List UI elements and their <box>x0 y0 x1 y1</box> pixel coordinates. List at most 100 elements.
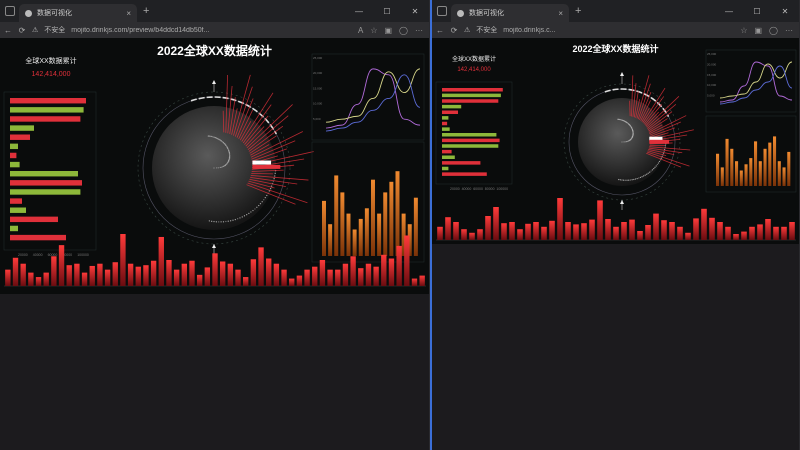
url-field[interactable]: mojito.drinkjs.c... <box>503 27 734 34</box>
globe-dot <box>214 137 216 139</box>
orange-bar <box>758 161 762 186</box>
orange-bar <box>744 164 748 186</box>
collections-icon[interactable]: ▣ <box>754 26 762 35</box>
security-label[interactable]: 不安全 <box>476 25 497 35</box>
bottom-bar <box>637 231 643 240</box>
back-icon[interactable]: ← <box>436 26 444 35</box>
bottom-bar <box>319 260 326 286</box>
globe-dot <box>657 162 659 164</box>
bottom-bar <box>765 219 771 240</box>
security-warning-icon[interactable]: ⚠ <box>464 26 470 34</box>
bottom-bar <box>166 260 172 286</box>
back-icon[interactable]: ← <box>4 26 12 35</box>
globe-dot <box>623 141 625 143</box>
globe-dot <box>254 208 256 210</box>
new-tab-button[interactable]: + <box>575 5 581 17</box>
url-field[interactable]: mojito.drinkjs.com/preview/b4ddcd14db50f… <box>71 27 352 34</box>
orange-bar <box>739 170 743 186</box>
bottom-bar <box>135 266 141 286</box>
orange-bar <box>413 197 418 256</box>
hbar-tick-label: 100000 <box>77 253 89 257</box>
bottom-bar <box>35 277 42 286</box>
bottom-bar <box>335 269 341 286</box>
globe-dot <box>225 220 227 223</box>
hbar <box>10 234 66 241</box>
orange-bar <box>777 161 781 186</box>
collections-icon[interactable]: ▣ <box>384 26 392 35</box>
highlight-bar <box>649 139 670 144</box>
bottom-bar <box>28 272 34 286</box>
maximize-icon[interactable]: ☐ <box>743 7 771 16</box>
favorites-icon[interactable]: ☆ <box>370 26 377 35</box>
hbar <box>442 88 503 92</box>
minimize-icon[interactable]: — <box>715 7 743 16</box>
globe-dot <box>258 204 260 207</box>
hbar <box>442 155 455 160</box>
globe-dot <box>624 179 626 181</box>
globe-dot <box>619 119 621 121</box>
globe-dot <box>223 142 225 145</box>
reading-icon[interactable]: A <box>358 26 363 35</box>
bottom-bar <box>661 220 667 240</box>
globe-dot <box>624 141 626 143</box>
orange-bar <box>768 142 772 186</box>
browser-tab[interactable]: 数据可视化 × <box>19 4 137 22</box>
tab-close-icon[interactable]: × <box>126 9 131 18</box>
toolbar-icons: ☆ ▣ ◯ ··· <box>740 26 799 35</box>
bottom-bar <box>143 265 149 286</box>
refresh-icon[interactable]: ⟳ <box>18 26 26 35</box>
bottom-bar <box>51 256 57 286</box>
line-y-tick-label: 15,000 <box>313 86 323 90</box>
browser-tab[interactable]: 数据可视化 × <box>451 4 569 22</box>
orange-bar <box>340 192 345 256</box>
line-y-tick-label: 20,000 <box>707 62 717 66</box>
line-series <box>325 74 421 132</box>
hbar <box>10 171 78 177</box>
security-label[interactable]: 不安全 <box>44 25 65 35</box>
tab-close-icon[interactable]: × <box>558 9 563 18</box>
bottom-bar <box>565 222 571 240</box>
bottom-bar <box>81 272 88 286</box>
globe-dot <box>628 179 630 181</box>
more-icon[interactable]: ··· <box>785 26 793 35</box>
favorites-icon[interactable]: ☆ <box>740 26 747 35</box>
globe-dot <box>621 141 623 143</box>
bottom-bar <box>173 269 180 286</box>
line-y-tick-label: 5,000 <box>707 94 715 98</box>
minimize-icon[interactable]: — <box>345 7 373 16</box>
hbar-tick-label: 40000 <box>33 253 43 257</box>
globe-dot <box>209 135 211 137</box>
globe-dot <box>227 220 229 222</box>
hbar-tick-label: 60000 <box>473 187 483 191</box>
globe-dot <box>663 150 665 152</box>
globe-dot <box>649 171 651 173</box>
globe-dot <box>631 137 633 139</box>
bottom-bar <box>204 267 211 286</box>
bottom-bar <box>388 258 395 286</box>
bottom-bar <box>227 263 234 286</box>
refresh-icon[interactable]: ⟳ <box>450 26 458 35</box>
globe-dot <box>250 211 252 213</box>
window-menu-icon[interactable] <box>437 6 447 16</box>
bottom-bar <box>342 263 349 286</box>
security-warning-icon[interactable]: ⚠ <box>32 26 38 34</box>
hbar <box>10 225 18 232</box>
new-tab-button[interactable]: + <box>143 5 149 17</box>
profile-icon[interactable]: ◯ <box>399 26 408 35</box>
bottom-bar <box>653 213 659 240</box>
bottom-bar <box>645 225 651 240</box>
bottom-bar <box>453 222 459 240</box>
profile-icon[interactable]: ◯ <box>769 26 778 35</box>
globe-dot <box>228 149 230 152</box>
close-window-icon[interactable]: ✕ <box>771 7 799 16</box>
bottom-bar <box>749 226 755 240</box>
maximize-icon[interactable]: ☐ <box>373 7 401 16</box>
highlight-marker <box>252 160 272 165</box>
globe-dot <box>227 161 229 163</box>
more-icon[interactable]: ··· <box>415 26 423 35</box>
bottom-bar <box>629 219 635 240</box>
window-menu-icon[interactable] <box>5 6 15 16</box>
bottom-bar <box>557 198 563 240</box>
globe-dot <box>639 176 642 178</box>
close-window-icon[interactable]: ✕ <box>401 7 429 16</box>
